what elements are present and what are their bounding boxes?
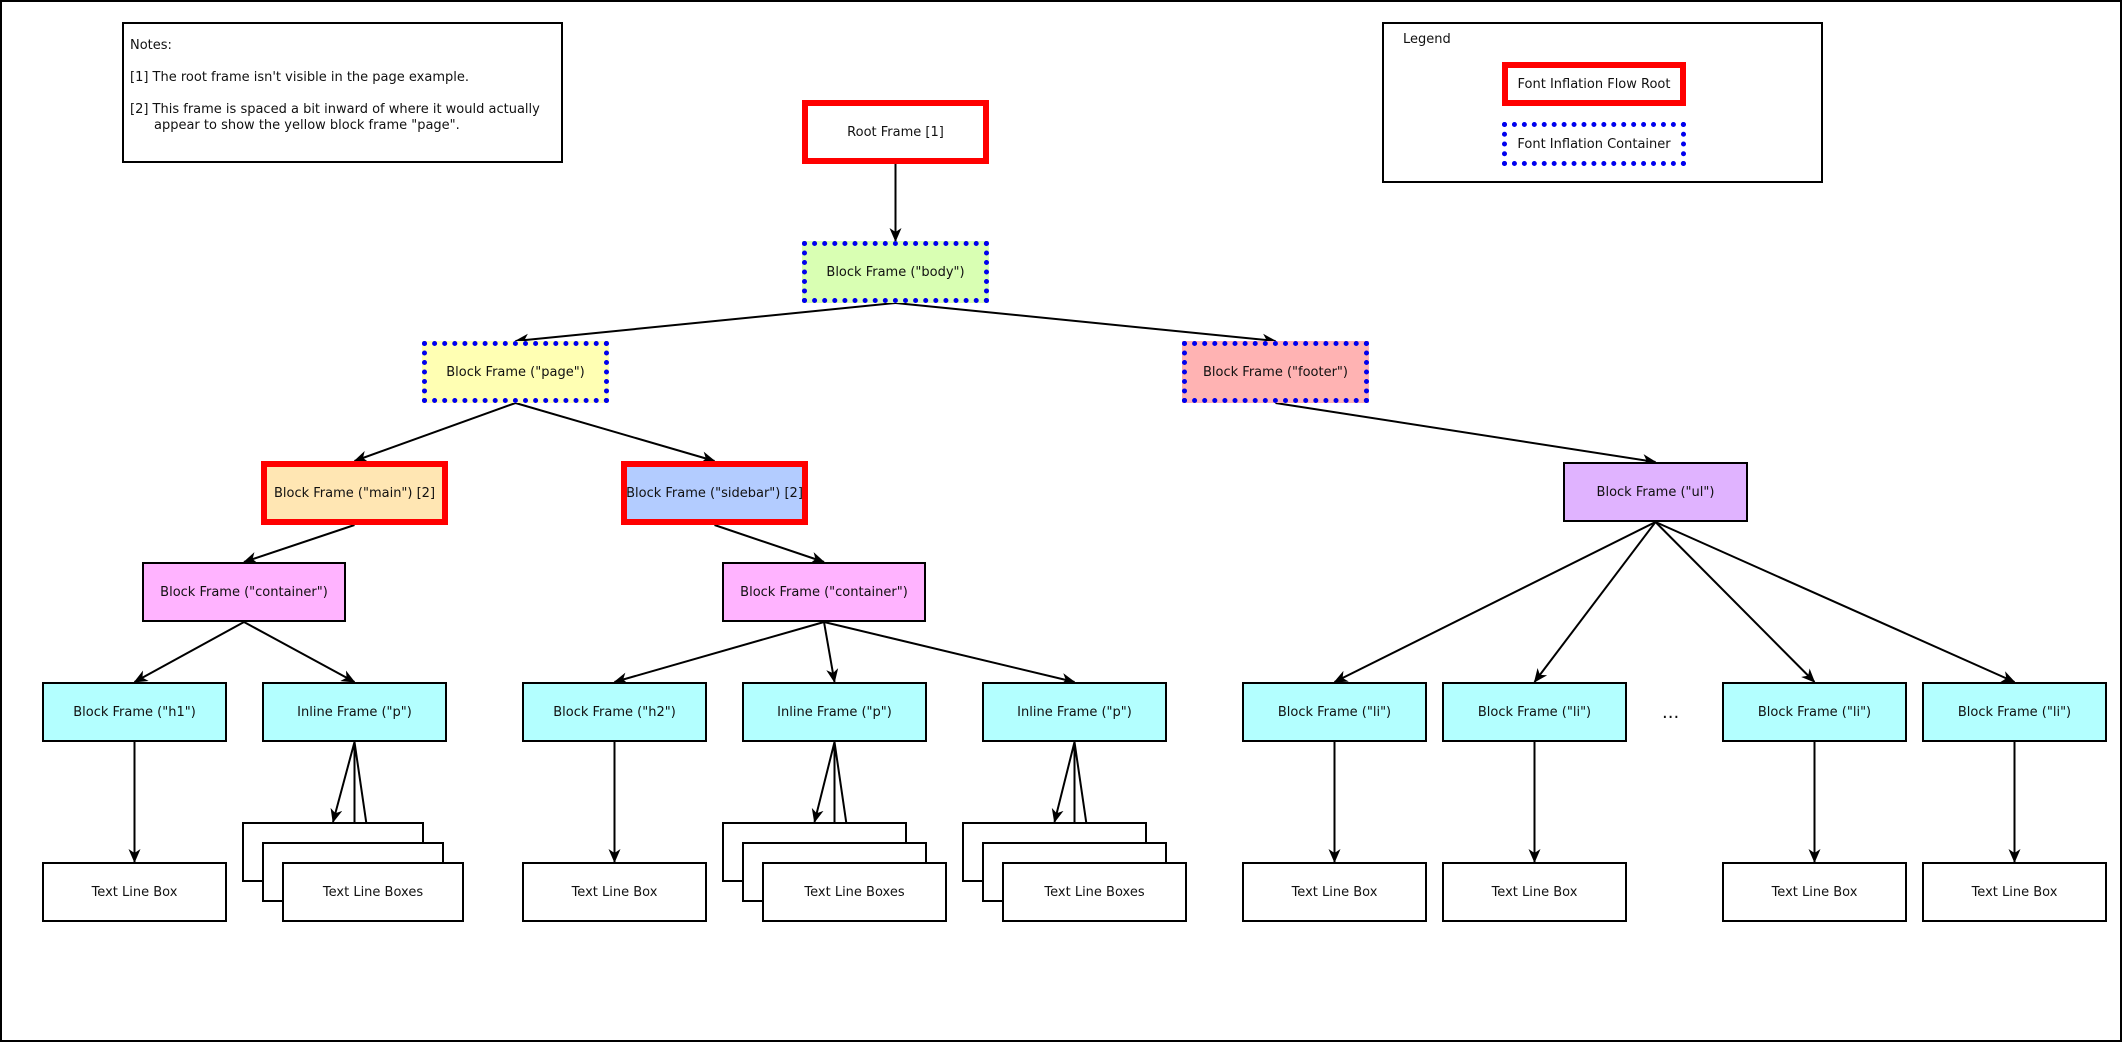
frame-node-label: Block Frame ("li")	[1477, 704, 1592, 720]
tree-edge-arrow	[811, 741, 836, 823]
tree-edge-arrow	[1655, 521, 2016, 683]
frame-node-label: Block Frame ("container")	[160, 584, 328, 600]
tree-edge-arrow	[1275, 402, 1657, 466]
tree-edge-arrow	[823, 621, 1076, 685]
legend-container-label: Font Inflation Container	[1517, 136, 1671, 152]
tree-edge-arrow	[1533, 521, 1657, 683]
frame-node-tlb_li1: Text Line Box	[1242, 862, 1427, 922]
frame-node-label: Block Frame ("h2")	[553, 704, 676, 720]
frame-node-li1: Block Frame ("li")	[1242, 682, 1427, 742]
frame-node-label: Text Line Box	[91, 884, 178, 900]
frame-node-label: Block Frame ("li")	[1957, 704, 2072, 720]
frame-node-label: Text Line Box	[1291, 884, 1378, 900]
frame-node-label: Block Frame ("body")	[826, 264, 965, 280]
frame-node-p1: Inline Frame ("p")	[262, 682, 447, 742]
note-1: [1] The root frame isn't visible in the …	[130, 70, 469, 85]
frame-node-label: Block Frame ("ul")	[1596, 484, 1715, 500]
frame-node-sidebar: Block Frame ("sidebar") [2]	[621, 461, 808, 525]
frame-node-tlbs_p3: Text Line Boxes	[1002, 862, 1187, 922]
tree-edge-arrow	[1654, 521, 1816, 683]
frame-node-li4: Block Frame ("li")	[1922, 682, 2107, 742]
frame-node-label: Block Frame ("li")	[1757, 704, 1872, 720]
frame-node-tlbs_p2: Text Line Boxes	[762, 862, 947, 922]
li-ellipsis: ...	[1662, 702, 1680, 723]
frame-node-page: Block Frame ("page")	[422, 341, 609, 403]
notes-box: Notes: [1] The root frame isn't visible …	[122, 22, 563, 163]
frame-node-label: Text Line Box	[1971, 884, 2058, 900]
frame-node-main: Block Frame ("main") [2]	[261, 461, 448, 525]
frame-node-label: Text Line Box	[571, 884, 658, 900]
tree-edge-arrow	[1051, 741, 1076, 823]
frame-node-label: Text Line Boxes	[322, 884, 424, 900]
tree-edge-arrow	[515, 402, 716, 464]
frame-node-label: Inline Frame ("p")	[297, 704, 412, 720]
frame-node-label: Block Frame ("page")	[446, 364, 585, 380]
legend-flow-root-swatch: Font Inflation Flow Root	[1502, 62, 1686, 106]
frame-node-container2: Block Frame ("container")	[722, 562, 926, 622]
frame-node-root: Root Frame [1]	[802, 100, 989, 164]
tree-edge-arrow	[133, 621, 245, 683]
tree-edge-arrow	[895, 302, 1277, 346]
frame-node-label: Text Line Boxes	[1044, 884, 1145, 900]
frame-node-tlb_h2: Text Line Box	[522, 862, 707, 922]
frame-node-h2: Block Frame ("h2")	[522, 682, 707, 742]
frame-node-p3: Inline Frame ("p")	[982, 682, 1167, 742]
tree-edge-arrow	[353, 402, 516, 463]
tree-edge-arrow	[243, 621, 356, 683]
diagram-canvas: Notes: [1] The root frame isn't visible …	[0, 0, 2122, 1042]
notes-heading: Notes:	[130, 38, 172, 53]
frame-node-container1: Block Frame ("container")	[142, 562, 346, 622]
frame-node-label: Root Frame [1]	[847, 124, 944, 140]
tree-edge-arrow	[823, 621, 839, 683]
frame-node-h1: Block Frame ("h1")	[42, 682, 227, 742]
frame-node-footer: Block Frame ("footer")	[1182, 341, 1369, 403]
tree-edge-arrow	[514, 302, 896, 346]
frame-node-tlb_h1: Text Line Box	[42, 862, 227, 922]
frame-node-p2: Inline Frame ("p")	[742, 682, 927, 742]
tree-edge-arrow	[613, 621, 825, 685]
frame-node-tlb_li4: Text Line Box	[1922, 862, 2107, 922]
tree-edge-arrow	[243, 524, 355, 564]
tree-edge-arrow	[330, 741, 356, 823]
frame-node-tlb_li3: Text Line Box	[1722, 862, 1907, 922]
frame-node-tlbs_p1: Text Line Boxes	[282, 862, 464, 922]
note-2: [2] This frame is spaced a bit inward of…	[130, 102, 540, 133]
frame-node-label: Inline Frame ("p")	[777, 704, 892, 720]
frame-node-label: Text Line Box	[1491, 884, 1578, 900]
legend-container-swatch: Font Inflation Container	[1502, 122, 1686, 166]
frame-node-label: Block Frame ("h1")	[73, 704, 196, 720]
frame-node-label: Text Line Boxes	[804, 884, 905, 900]
frame-node-ul: Block Frame ("ul")	[1563, 462, 1748, 522]
frame-node-label: Block Frame ("main") [2]	[273, 485, 436, 501]
frame-node-label: Block Frame ("sidebar") [2]	[626, 485, 803, 501]
frame-node-label: Block Frame ("li")	[1277, 704, 1392, 720]
frame-node-li3: Block Frame ("li")	[1722, 682, 1907, 742]
frame-node-label: Inline Frame ("p")	[1017, 704, 1132, 720]
frame-node-li2: Block Frame ("li")	[1442, 682, 1627, 742]
frame-node-label: Block Frame ("container")	[740, 584, 908, 600]
legend-flow-root-label: Font Inflation Flow Root	[1517, 76, 1671, 92]
tree-edge-arrow	[714, 524, 825, 564]
legend-title: Legend	[1403, 32, 1451, 47]
tree-edge-arrow	[1333, 521, 1656, 683]
frame-node-body: Block Frame ("body")	[802, 241, 989, 303]
frame-node-tlb_li2: Text Line Box	[1442, 862, 1627, 922]
frame-node-label: Text Line Box	[1771, 884, 1858, 900]
frame-node-label: Block Frame ("footer")	[1203, 364, 1348, 380]
legend-box: Legend Font Inflation Flow Root Font Inf…	[1382, 22, 1823, 183]
